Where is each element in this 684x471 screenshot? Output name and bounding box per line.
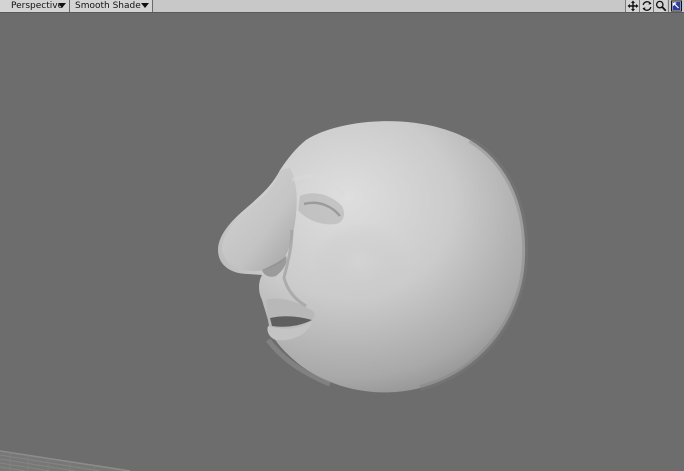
viewport-canvas[interactable]: [0, 13, 684, 471]
shading-mode-dropdown[interactable]: Smooth Shade: [70, 0, 153, 12]
rotate-view-button[interactable]: [639, 0, 653, 12]
move-view-button[interactable]: [625, 0, 639, 12]
viewport-titlebar: Perspective Smooth Shade: [0, 0, 684, 13]
maximize-viewport-icon: [671, 0, 682, 12]
3d-viewport[interactable]: Perspective Smooth Shade: [0, 0, 684, 471]
chevron-down-icon: [141, 3, 149, 8]
view-mode-label: Perspective: [11, 1, 64, 11]
chevron-down-icon: [58, 3, 66, 8]
zoom-view-icon: [655, 0, 667, 12]
maximize-viewport-button[interactable]: [668, 0, 684, 12]
zoom-view-button[interactable]: [653, 0, 667, 12]
cheek-highlight: [312, 222, 408, 302]
shading-mode-label: Smooth Shade: [75, 1, 141, 11]
rotate-view-icon: [642, 1, 652, 11]
view-mode-dropdown[interactable]: Perspective: [0, 0, 70, 12]
move-view-icon: [627, 0, 639, 12]
